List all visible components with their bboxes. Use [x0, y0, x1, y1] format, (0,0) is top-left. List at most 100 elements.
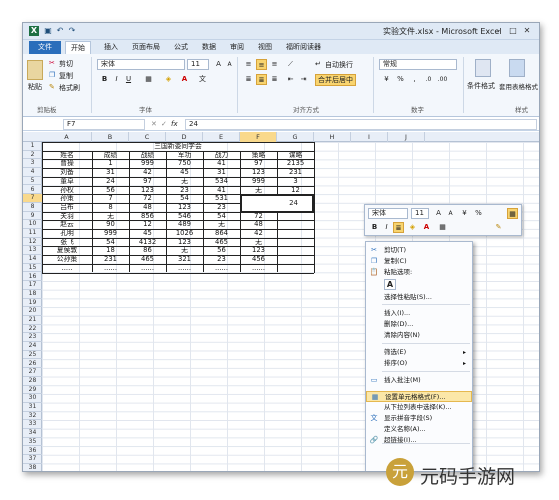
data-cell[interactable]: 45	[166, 168, 203, 177]
row-header-7[interactable]: 7	[23, 194, 42, 203]
save-icon[interactable]: ▣	[43, 26, 53, 36]
data-cell[interactable]: ......	[240, 264, 277, 273]
column-header-i[interactable]: I	[351, 132, 388, 142]
align-bottom-icon[interactable]: ≡	[269, 59, 280, 70]
data-cell[interactable]: 41	[203, 186, 240, 195]
row-header-38[interactable]: 38	[23, 464, 42, 471]
data-cell[interactable]: 856	[129, 212, 166, 221]
menu-item-4[interactable]: 插入(I)...	[366, 308, 472, 319]
tab-data[interactable]: 数据	[197, 41, 221, 54]
data-cell[interactable]: 999	[240, 177, 277, 186]
data-cell[interactable]: 999	[92, 229, 129, 238]
data-cell[interactable]: 42	[129, 168, 166, 177]
undo-icon[interactable]: ↶	[55, 26, 65, 36]
data-cell[interactable]: 1	[92, 159, 129, 168]
data-cell[interactable]: 546	[166, 212, 203, 221]
data-cell[interactable]: 321	[166, 255, 203, 264]
increase-indent-icon[interactable]: ⇥	[298, 74, 309, 85]
row-header-16[interactable]: 16	[23, 273, 42, 282]
data-cell[interactable]: 无	[240, 186, 277, 195]
mini-format-painter-icon[interactable]: ✎	[493, 222, 504, 233]
format-painter-button[interactable]: 格式刷	[59, 83, 80, 93]
menu-item-1[interactable]: ❐ 复制(C)	[366, 256, 472, 267]
paste-button-label[interactable]: 粘贴	[28, 82, 42, 92]
data-cell[interactable]: 41	[203, 159, 240, 168]
data-cell[interactable]: 1026	[166, 229, 203, 238]
close-button[interactable]: ✕	[521, 26, 533, 36]
menu-item-5[interactable]: 删除(D)...	[366, 319, 472, 330]
minimize-button[interactable]: –	[493, 26, 505, 36]
menu-item-10[interactable]: ▦ 设置单元格格式(F)...	[366, 391, 472, 402]
phonetic-icon[interactable]: 文	[197, 74, 208, 85]
header-cell[interactable]: 策略	[240, 151, 277, 160]
menu-item-14[interactable]: 🔗 超链接(I)...	[366, 435, 472, 446]
row-header-22[interactable]: 22	[23, 325, 42, 334]
align-center-icon[interactable]: ≣	[256, 74, 267, 85]
header-cell[interactable]: 谋略	[277, 151, 314, 160]
paste-icon[interactable]	[27, 60, 43, 80]
number-format-select[interactable]: 常规	[379, 59, 457, 70]
data-cell[interactable]: 3	[277, 177, 314, 186]
data-cell[interactable]: 无	[166, 177, 203, 186]
data-cell[interactable]: 489	[166, 220, 203, 229]
row-header-28[interactable]: 28	[23, 377, 42, 386]
header-cell[interactable]: 战力	[203, 151, 240, 160]
font-name-select[interactable]: 宋体	[97, 59, 185, 70]
currency-icon[interactable]: ¥	[381, 74, 392, 85]
row-header-19[interactable]: 19	[23, 299, 42, 308]
borders-icon[interactable]: ▦	[143, 74, 154, 85]
underline-button[interactable]: U	[123, 74, 134, 85]
data-cell[interactable]: 456	[240, 255, 277, 264]
tab-view[interactable]: 视图	[253, 41, 277, 54]
row-header-31[interactable]: 31	[23, 403, 42, 412]
copy-icon[interactable]: ❐	[49, 71, 55, 79]
data-cell[interactable]: 123	[240, 168, 277, 177]
data-cell[interactable]: 231	[277, 168, 314, 177]
redo-icon[interactable]: ↷	[67, 26, 77, 36]
grow-font-icon[interactable]: A	[213, 59, 224, 70]
data-cell[interactable]: 97	[129, 177, 166, 186]
fill-color-icon[interactable]: ◈	[163, 74, 174, 85]
data-cell[interactable]: 531	[203, 194, 240, 203]
header-cell[interactable]: 军功	[166, 151, 203, 160]
data-cell[interactable]: 864	[203, 229, 240, 238]
mini-bold-button[interactable]: B	[369, 222, 380, 233]
data-cell[interactable]: 23	[166, 186, 203, 195]
decrease-indent-icon[interactable]: ⇤	[285, 74, 296, 85]
bold-button[interactable]: B	[99, 74, 110, 85]
data-cell[interactable]: 72	[129, 194, 166, 203]
data-cell[interactable]: ......	[203, 264, 240, 273]
mini-borders-icon[interactable]: ▦	[437, 222, 448, 233]
data-cell[interactable]: 12	[277, 186, 314, 195]
tab-page-layout[interactable]: 页面布局	[127, 41, 165, 54]
row-header-26[interactable]: 26	[23, 360, 42, 369]
row-header-4[interactable]: 4	[23, 168, 42, 177]
data-cell[interactable]: 54	[203, 212, 240, 221]
data-cell[interactable]: 97	[240, 159, 277, 168]
menu-item-12[interactable]: 文显示拼音字段(S)	[366, 413, 472, 424]
data-cell[interactable]: 45	[129, 229, 166, 238]
data-cell[interactable]: 4132	[129, 238, 166, 247]
data-cell[interactable]: 123	[166, 203, 203, 212]
data-cell[interactable]: .....	[42, 264, 92, 273]
data-cell[interactable]: 72	[240, 212, 277, 221]
data-cell[interactable]: 123	[129, 186, 166, 195]
row-header-15[interactable]: 15	[23, 264, 42, 273]
tab-formulas[interactable]: 公式	[169, 41, 193, 54]
mini-align-center-icon[interactable]: ≣	[393, 222, 404, 233]
column-header-j[interactable]: J	[388, 132, 425, 142]
cancel-icon[interactable]: ✕	[151, 120, 157, 128]
table-format-icon[interactable]	[509, 59, 525, 77]
row-header-17[interactable]: 17	[23, 281, 42, 290]
data-cell[interactable]: 23	[203, 255, 240, 264]
row-header-8[interactable]: 8	[23, 203, 42, 212]
copy-button[interactable]: 复制	[59, 71, 73, 81]
data-cell[interactable]: ......	[166, 264, 203, 273]
row-header-34[interactable]: 34	[23, 429, 42, 438]
row-header-3[interactable]: 3	[23, 159, 42, 169]
data-cell[interactable]: 123	[240, 246, 277, 255]
mini-percent-button[interactable]: %	[473, 208, 484, 219]
comma-icon[interactable]: ,	[409, 74, 420, 85]
row-header-12[interactable]: 12	[23, 238, 42, 247]
data-cell[interactable]: 54	[166, 194, 203, 203]
